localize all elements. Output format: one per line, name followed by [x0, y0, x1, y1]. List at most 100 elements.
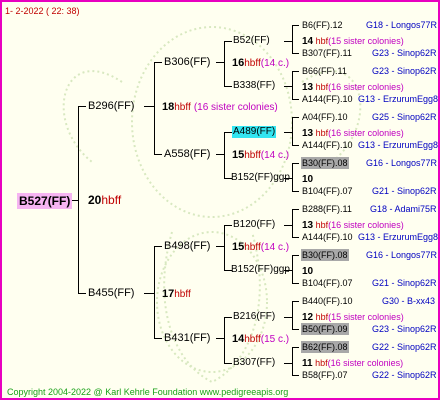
gen5-queen[interactable]: B104(FF).07 [302, 277, 353, 289]
gen5-queen-highlighted[interactable]: B50(FF).09 [301, 323, 349, 335]
connector-line [284, 132, 292, 133]
gen5-source: G22 - Sinop62R [372, 370, 437, 380]
gen5-source: G22 - Sinop62R [372, 342, 437, 352]
connector-line [284, 317, 292, 318]
connector-line [284, 41, 292, 42]
grandparent-queen[interactable]: B306(FF) [164, 56, 210, 68]
grandparent-number: 14hbff(15 c.) [232, 333, 290, 345]
connector-line [224, 225, 225, 271]
connector-line [224, 132, 225, 179]
gen5-source: G30 - B-xx43 [382, 296, 436, 306]
gen4-queen[interactable]: B52(FF) [233, 35, 270, 47]
connector-line [292, 25, 299, 26]
gen5-queen-highlighted[interactable]: B62(FF).08 [301, 341, 349, 353]
gen5-queen[interactable]: A04(FF).10 [302, 111, 348, 123]
grandparent-queen[interactable]: A558(FF) [164, 148, 210, 160]
gen5-source: G16 - Longos77R [366, 158, 438, 168]
connector-line [154, 62, 162, 63]
connector-line [292, 25, 293, 54]
gen5-queen[interactable]: B288(FF).11 [302, 203, 352, 215]
connector-line [292, 329, 299, 330]
root-queen[interactable]: B527(FF) [17, 193, 73, 209]
gen4-queen[interactable]: B216(FF) [233, 311, 275, 323]
connector-line [292, 301, 299, 302]
gen4-queen[interactable]: B152(FF)ggp [231, 264, 290, 276]
parent-queen[interactable]: B296(FF) [88, 100, 134, 112]
connector-line [284, 86, 292, 87]
connector-line [154, 154, 162, 155]
connector-line [224, 41, 225, 87]
connector-line [154, 338, 162, 339]
gen5-queen[interactable]: B440(FF).10 [302, 295, 353, 307]
connector-line [224, 317, 232, 318]
gen5-queen[interactable]: A144(FF).10 [302, 139, 353, 151]
connector-line [216, 62, 224, 63]
connector-line [216, 338, 224, 339]
gen5-queen-highlighted[interactable]: B30(FF).08 [301, 249, 349, 261]
connector-line [292, 145, 299, 146]
connector-line [154, 246, 162, 247]
root-queen-number: 20hbff [88, 193, 122, 207]
connector-line [292, 209, 293, 238]
gen5-source: G13 - ErzurumEgg8 [358, 232, 439, 242]
gen5-source: G18 - Adami75R [370, 204, 437, 214]
connector-line [284, 225, 292, 226]
gen5-source: G13 - ErzurumEgg8 [358, 94, 439, 104]
gen4-queen[interactable]: B120(FF) [233, 219, 275, 231]
connector-line [284, 363, 292, 364]
gen5-queen[interactable]: B58(FF).07 [302, 369, 348, 381]
connector-line [224, 132, 232, 133]
grandparent-number: 15hbff(14 c.) [232, 149, 290, 161]
gen5-queen[interactable]: B6(FF).12 [302, 19, 343, 31]
gen5-queen[interactable]: A144(FF).10 [302, 231, 353, 243]
connector-line [292, 283, 299, 284]
gen5-queen[interactable]: A144(FF).10 [302, 93, 353, 105]
gen5-queen[interactable]: B104(FF).07 [302, 185, 353, 197]
connector-line [224, 317, 225, 364]
connector-line [72, 200, 78, 201]
gen5-source: G13 - ErzurumEgg8 [358, 140, 439, 150]
connector-line [154, 246, 155, 339]
connector-line [224, 363, 232, 364]
connector-line [224, 225, 232, 226]
parent-queen-number: 17hbff [162, 288, 191, 300]
grandparent-number: 15hbff(14 c.) [232, 241, 290, 253]
parent-queen[interactable]: B455(FF) [88, 287, 134, 299]
connector-line [78, 293, 86, 294]
connector-line [292, 117, 299, 118]
gen4-queen-highlighted[interactable]: A489(FF) [232, 126, 277, 138]
connector-line [78, 106, 79, 294]
gen5-source: G23 - Sinop62R [372, 66, 437, 76]
connector-line [292, 71, 293, 100]
gen5-queen[interactable]: B66(FF).11 [302, 65, 347, 77]
gen5-source: G23 - Sinop62R [372, 324, 437, 334]
date-line: 1- 2-2022 ( 22: 38) [5, 6, 80, 16]
connector-line [292, 71, 299, 72]
connector-line [292, 237, 299, 238]
connector-line [292, 163, 293, 192]
gen5-queen[interactable]: B307(FF).11 [302, 47, 352, 59]
connector-line [216, 246, 224, 247]
connector-line [292, 99, 299, 100]
connector-line [292, 255, 293, 284]
gen4-queen[interactable]: B152(FF)ggp [231, 172, 290, 184]
connector-line [292, 255, 299, 256]
connector-line [216, 154, 224, 155]
gen5-queen-highlighted[interactable]: B30(FF).08 [301, 157, 349, 169]
connector-line [78, 106, 86, 107]
gen5-source: G18 - Longos77R [366, 20, 438, 30]
grandparent-queen[interactable]: B498(FF) [164, 240, 210, 252]
gen4-queen[interactable]: B338(FF) [233, 80, 275, 92]
connector-line [154, 62, 155, 155]
connector-line [292, 209, 299, 210]
connector-line [292, 347, 299, 348]
connector-line [224, 86, 232, 87]
connector-line [144, 293, 154, 294]
gen5-source: G23 - Sinop62R [372, 48, 437, 58]
gen5-source: G21 - Sinop62R [372, 278, 437, 288]
grandparent-queen[interactable]: B431(FF) [164, 332, 210, 344]
grandparent-number: 16hbff(14 c.) [232, 57, 290, 69]
pedigree-frame: 1- 2-2022 ( 22: 38) B527(FF) 20hbff B296… [0, 0, 440, 400]
connector-line [292, 301, 293, 329]
gen4-queen[interactable]: B307(FF) [233, 357, 275, 369]
